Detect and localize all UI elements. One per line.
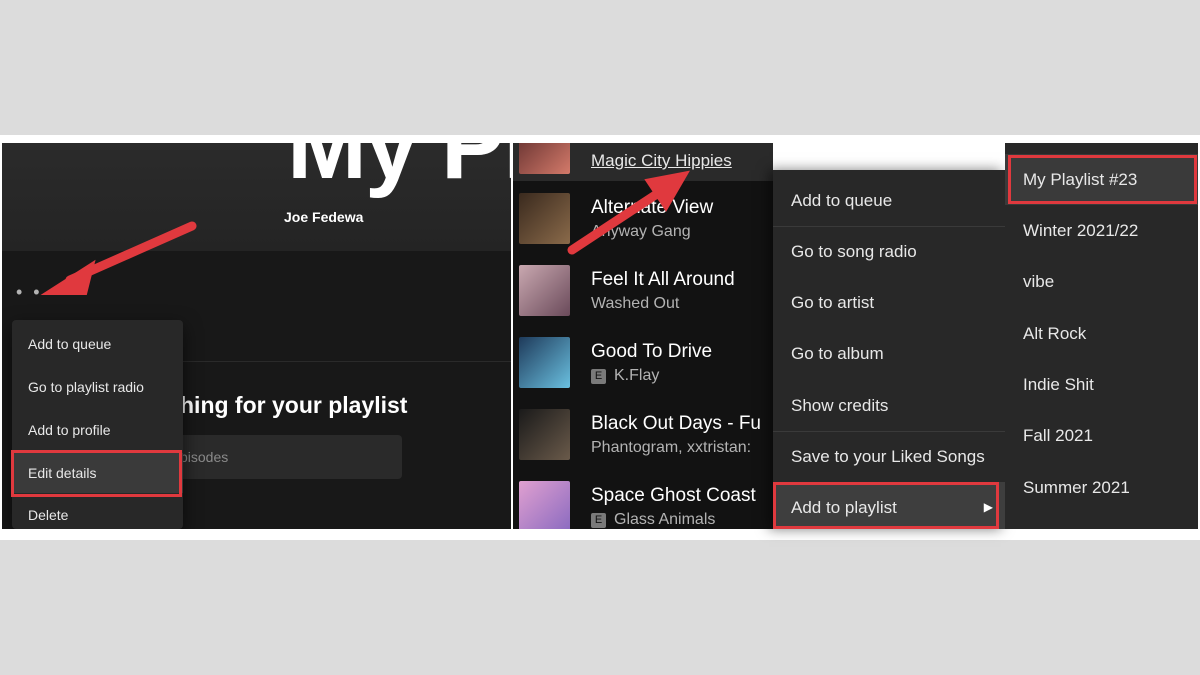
track-artist[interactable]: Phantogram, xxtristan: — [591, 439, 751, 457]
menu-go-to-artist[interactable]: Go to artist — [773, 277, 1005, 328]
submenu-my-playlist-23[interactable]: My Playlist #23 — [1005, 154, 1198, 205]
submenu-vibe[interactable]: vibe — [1005, 256, 1198, 307]
menu-show-credits[interactable]: Show credits — [773, 380, 1005, 431]
menu-delete[interactable]: Delete — [12, 495, 183, 529]
menu-add-to-queue[interactable]: Add to queue — [773, 175, 1005, 226]
album-art — [519, 193, 570, 244]
submenu-fall-2021[interactable]: Fall 2021 — [1005, 410, 1198, 461]
submenu-summer-2021[interactable]: Summer 2021 — [1005, 462, 1198, 513]
menu-add-to-queue[interactable]: Add to queue — [12, 324, 183, 364]
artist-link[interactable]: Magic City Hippies — [591, 151, 732, 171]
explicit-badge-icon: E — [591, 513, 606, 528]
playlist-header: My Pl Joe Fedewa — [2, 143, 511, 251]
track-row[interactable]: Alternate View Anyway Gang — [513, 187, 773, 251]
track-list: Magic City Hippies Alternate View Anyway… — [513, 143, 773, 529]
track-title[interactable]: Space Ghost Coast — [591, 485, 756, 507]
track-row[interactable]: Good To Drive E K.Flay — [513, 331, 773, 395]
track-title[interactable]: Black Out Days - Fu — [591, 413, 761, 435]
playlist-title: My Pl — [287, 143, 511, 199]
menu-go-to-album[interactable]: Go to album — [773, 328, 1005, 379]
track-row[interactable]: Magic City Hippies — [513, 143, 773, 181]
track-title[interactable]: Good To Drive — [591, 341, 712, 363]
track-title[interactable]: Feel It All Around — [591, 269, 735, 291]
track-row[interactable]: Space Ghost Coast E Glass Animals — [513, 475, 773, 529]
track-artist[interactable]: Anyway Gang — [591, 223, 691, 241]
search-input[interactable]: pisodes — [162, 435, 402, 479]
album-art — [519, 143, 570, 174]
submenu-alt-rock[interactable]: Alt Rock — [1005, 308, 1198, 359]
menu-go-to-song-radio[interactable]: Go to song radio — [773, 226, 1005, 277]
playlist-page: My Pl Joe Fedewa • • • hing for your pla… — [2, 143, 511, 529]
track-row[interactable]: Feel It All Around Washed Out — [513, 259, 773, 323]
search-heading: hing for your playlist — [180, 392, 408, 418]
album-art — [519, 481, 570, 529]
track-artist[interactable]: Glass Animals — [614, 511, 715, 528]
track-artist-line: E K.Flay — [591, 367, 659, 385]
submenu-indie-shit[interactable]: Indie Shit — [1005, 359, 1198, 410]
playlist-submenu: My Playlist #23 Winter 2021/22 vibe Alt … — [1005, 143, 1198, 529]
submenu-winter-2021-22[interactable]: Winter 2021/22 — [1005, 205, 1198, 256]
track-title[interactable]: Alternate View — [591, 197, 713, 219]
menu-save-to-liked-songs[interactable]: Save to your Liked Songs — [773, 431, 1005, 482]
track-context-menu: Add to queue Go to song radio Go to arti… — [773, 170, 1005, 529]
explicit-badge-icon: E — [591, 369, 606, 384]
track-artist[interactable]: K.Flay — [614, 367, 659, 384]
track-artist[interactable]: Washed Out — [591, 295, 679, 313]
search-placeholder: pisodes — [180, 449, 229, 465]
album-art — [519, 265, 570, 316]
track-artist-line: E Glass Animals — [591, 511, 715, 529]
album-art — [519, 409, 570, 460]
album-art — [519, 337, 570, 388]
playlist-owner[interactable]: Joe Fedewa — [284, 209, 363, 225]
chevron-right-icon: ▶ — [983, 500, 993, 514]
playlist-context-menu: Add to queue Go to playlist radio Add to… — [12, 320, 183, 529]
menu-edit-details[interactable]: Edit details — [12, 453, 183, 493]
more-options-icon[interactable]: • • • — [16, 282, 60, 303]
track-row[interactable]: Black Out Days - Fu Phantogram, xxtrista… — [513, 403, 773, 467]
menu-add-to-playlist-label: Add to playlist — [791, 498, 897, 517]
menu-add-to-playlist[interactable]: Add to playlist ▶ — [773, 482, 1005, 529]
menu-go-to-playlist-radio[interactable]: Go to playlist radio — [12, 367, 183, 407]
menu-add-to-profile[interactable]: Add to profile — [12, 410, 183, 450]
divider — [162, 361, 511, 362]
